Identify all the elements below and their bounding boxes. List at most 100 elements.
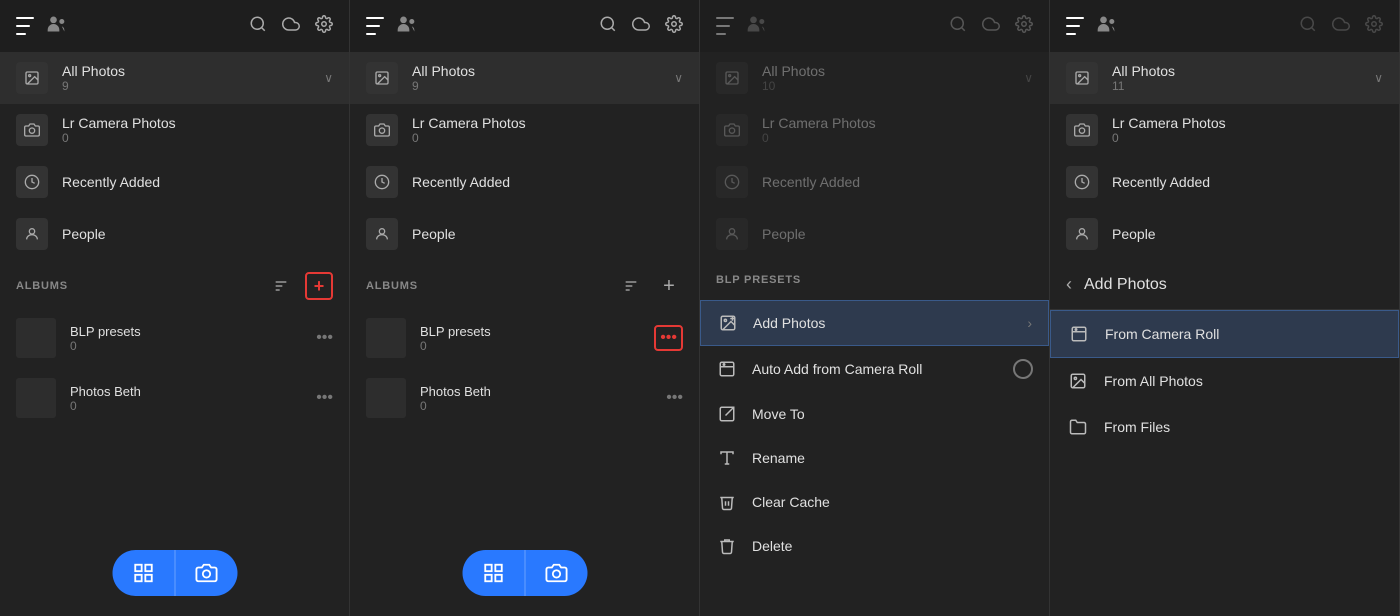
album-dots-photos-beth-1[interactable]: ••• bbox=[316, 389, 333, 407]
lr-camera-text-2: Lr Camera Photos 0 bbox=[412, 115, 683, 145]
library-item-all-photos-3[interactable]: All Photos 10 ∨ bbox=[700, 52, 1049, 104]
album-name-blp-2: BLP presets bbox=[420, 324, 640, 339]
cloud-icon-1[interactable] bbox=[281, 15, 301, 38]
library-item-people-3[interactable]: People bbox=[700, 208, 1049, 260]
search-icon-1[interactable] bbox=[249, 15, 267, 38]
back-button-4[interactable]: ‹ bbox=[1066, 274, 1072, 295]
cloud-icon-4[interactable] bbox=[1331, 15, 1351, 38]
gear-icon-3[interactable] bbox=[1015, 15, 1033, 38]
albums-actions-1: + bbox=[267, 272, 333, 300]
library-item-all-photos-1[interactable]: All Photos 9 ∨ bbox=[0, 52, 349, 104]
add-album-button-1[interactable]: + bbox=[305, 272, 333, 300]
search-icon-2[interactable] bbox=[599, 15, 617, 38]
people-icon-1[interactable] bbox=[46, 14, 66, 39]
album-item-blp-1[interactable]: BLP presets 0 ••• bbox=[0, 308, 349, 368]
delete-menu-item[interactable]: Delete bbox=[700, 524, 1049, 568]
gear-icon-1[interactable] bbox=[315, 15, 333, 38]
lr-camera-text-1: Lr Camera Photos 0 bbox=[62, 115, 333, 145]
albums-header-1: ALBUMS + bbox=[0, 260, 349, 308]
lr-camera-name-2: Lr Camera Photos bbox=[412, 115, 683, 131]
recently-added-name-3: Recently Added bbox=[762, 174, 1033, 190]
auto-add-menu-item[interactable]: Auto Add from Camera Roll bbox=[700, 346, 1049, 392]
library-item-people-4[interactable]: People bbox=[1050, 208, 1399, 260]
library-item-people-2[interactable]: People bbox=[350, 208, 699, 260]
panel-2: All Photos 9 ∨ Lr Camera Photos 0 Recent… bbox=[350, 0, 700, 616]
people-icon-3[interactable] bbox=[746, 14, 766, 39]
recently-added-text-1: Recently Added bbox=[62, 174, 333, 190]
gear-icon-2[interactable] bbox=[665, 15, 683, 38]
search-icon-4[interactable] bbox=[1299, 15, 1317, 38]
library-item-recently-added-4[interactable]: Recently Added bbox=[1050, 156, 1399, 208]
album-dots-photos-beth-2[interactable]: ••• bbox=[666, 389, 683, 407]
from-files-text: From Files bbox=[1104, 419, 1170, 435]
chevron-down-icon-3: ∨ bbox=[1024, 71, 1033, 85]
nav-right-1 bbox=[249, 15, 333, 38]
from-files-item[interactable]: From Files bbox=[1050, 404, 1399, 450]
cloud-icon-3[interactable] bbox=[981, 15, 1001, 38]
camera-button-1[interactable] bbox=[175, 550, 237, 596]
album-text-blp-2: BLP presets 0 bbox=[420, 324, 640, 353]
album-item-photos-beth-1[interactable]: Photos Beth 0 ••• bbox=[0, 368, 349, 428]
grid-view-button-2[interactable] bbox=[462, 550, 524, 596]
library-icon-4[interactable] bbox=[1066, 17, 1084, 35]
library-item-lr-camera-4[interactable]: Lr Camera Photos 0 bbox=[1050, 104, 1399, 156]
gear-icon-4[interactable] bbox=[1365, 15, 1383, 38]
library-item-lr-camera-2[interactable]: Lr Camera Photos 0 bbox=[350, 104, 699, 156]
search-icon-3[interactable] bbox=[949, 15, 967, 38]
albums-title-1: ALBUMS bbox=[16, 280, 68, 292]
add-album-button-2[interactable]: + bbox=[655, 272, 683, 300]
delete-menu-text: Delete bbox=[752, 538, 1033, 554]
grid-view-button-1[interactable] bbox=[112, 550, 174, 596]
recently-added-icon-1 bbox=[16, 166, 48, 198]
lr-camera-count-3: 0 bbox=[762, 131, 1033, 145]
album-dots-blp-2[interactable]: ••• bbox=[654, 325, 683, 351]
people-icon-4[interactable] bbox=[1096, 14, 1116, 39]
library-icon-1[interactable] bbox=[16, 17, 34, 35]
camera-button-2[interactable] bbox=[525, 550, 587, 596]
lr-camera-count-2: 0 bbox=[412, 131, 683, 145]
people-icon-2[interactable] bbox=[396, 14, 416, 39]
library-item-recently-added-2[interactable]: Recently Added bbox=[350, 156, 699, 208]
library-icon-3[interactable] bbox=[716, 17, 734, 35]
album-item-blp-2[interactable]: BLP presets 0 ••• bbox=[350, 308, 699, 368]
people-lib-icon-1 bbox=[16, 218, 48, 250]
bottom-actions-2 bbox=[462, 550, 587, 596]
move-to-menu-icon bbox=[716, 405, 738, 423]
clear-cache-menu-icon bbox=[716, 493, 738, 511]
top-nav-3 bbox=[700, 0, 1049, 52]
lr-camera-icon-1 bbox=[16, 114, 48, 146]
clear-cache-menu-item[interactable]: Clear Cache bbox=[700, 480, 1049, 524]
add-photos-menu-item[interactable]: Add Photos › bbox=[700, 300, 1049, 346]
all-photos-icon-1 bbox=[16, 62, 48, 94]
rename-menu-icon bbox=[716, 449, 738, 467]
sort-button-1[interactable] bbox=[267, 272, 295, 300]
from-camera-roll-item[interactable]: From Camera Roll bbox=[1050, 310, 1399, 358]
cloud-icon-2[interactable] bbox=[631, 15, 651, 38]
library-item-lr-camera-3[interactable]: Lr Camera Photos 0 bbox=[700, 104, 1049, 156]
library-item-all-photos-2[interactable]: All Photos 9 ∨ bbox=[350, 52, 699, 104]
top-nav-1 bbox=[0, 0, 349, 52]
top-nav-2 bbox=[350, 0, 699, 52]
from-all-photos-item[interactable]: From All Photos bbox=[1050, 358, 1399, 404]
album-dots-blp-1[interactable]: ••• bbox=[316, 329, 333, 347]
album-thumb-blp-2 bbox=[366, 318, 406, 358]
library-item-recently-added-3[interactable]: Recently Added bbox=[700, 156, 1049, 208]
recently-added-icon-4 bbox=[1066, 166, 1098, 198]
people-name-3: People bbox=[762, 226, 1033, 242]
sort-button-2[interactable] bbox=[617, 272, 645, 300]
library-icon-2[interactable] bbox=[366, 17, 384, 35]
library-item-recently-added-1[interactable]: Recently Added bbox=[0, 156, 349, 208]
album-item-photos-beth-2[interactable]: Photos Beth 0 ••• bbox=[350, 368, 699, 428]
from-files-icon bbox=[1066, 418, 1090, 436]
rename-menu-item[interactable]: Rename bbox=[700, 436, 1049, 480]
move-to-menu-item[interactable]: Move To bbox=[700, 392, 1049, 436]
library-item-people-1[interactable]: People bbox=[0, 208, 349, 260]
all-photos-icon-4 bbox=[1066, 62, 1098, 94]
auto-add-toggle[interactable] bbox=[1013, 359, 1033, 379]
lr-camera-name-3: Lr Camera Photos bbox=[762, 115, 1033, 131]
recently-added-name-4: Recently Added bbox=[1112, 174, 1383, 190]
library-item-all-photos-4[interactable]: All Photos 11 ∨ bbox=[1050, 52, 1399, 104]
library-item-lr-camera-1[interactable]: Lr Camera Photos 0 bbox=[0, 104, 349, 156]
nav-left-2 bbox=[366, 14, 416, 39]
album-thumb-photos-beth-1 bbox=[16, 378, 56, 418]
